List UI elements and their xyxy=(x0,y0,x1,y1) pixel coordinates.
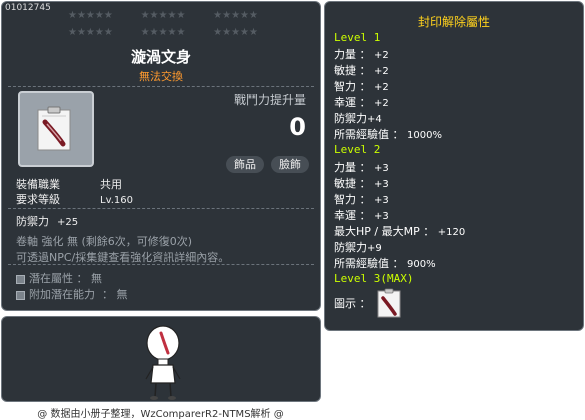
potential-label: 潛在屬性 xyxy=(29,272,73,285)
stat-value: +120 xyxy=(437,227,466,238)
star-group: ★★★★★ xyxy=(213,27,258,38)
stat-name: 所需經驗值 ： xyxy=(334,257,407,270)
seal-stat: 敏捷 ： +2 xyxy=(334,62,389,78)
defense-label: 防禦力 xyxy=(16,215,49,228)
footer-credit: @ 数据由小册子整理，WzComparerR2-NTMS解析 @ xyxy=(37,409,284,420)
character-preview-icon xyxy=(145,325,181,400)
tattoo-card-icon xyxy=(377,288,401,318)
seal-stat: 力量 ： +2 xyxy=(334,46,389,62)
stat-value: +9 xyxy=(367,243,382,254)
category-tag-accessory: 飾品 xyxy=(226,156,264,173)
star-force-row-2: ★★★★★ ★★★★★ ★★★★★ xyxy=(68,27,258,38)
stat-value: 1000% xyxy=(407,130,442,141)
divider xyxy=(8,86,314,87)
potential-value: ： 無 xyxy=(76,272,103,285)
scroll-upgrade-info: 卷軸 強化 無 (剩餘6次，可修復0次) xyxy=(16,235,193,248)
stat-name: 力量 ： xyxy=(334,161,374,174)
category-tag-face: 臉飾 xyxy=(271,156,309,173)
divider xyxy=(8,208,314,209)
stat-value: 900% xyxy=(407,259,436,270)
stat-name: 力量 ： xyxy=(334,48,374,61)
item-tooltip: 01012745 ★★★★★ ★★★★★ ★★★★★ ★★★★★ ★★★★★ ★… xyxy=(1,1,321,311)
stat-name: 幸運 ： xyxy=(334,96,374,109)
star-force-row-1: ★★★★★ ★★★★★ ★★★★★ xyxy=(68,10,258,21)
seal-stat: 最大HP / 最大MP ： +120 xyxy=(334,223,465,239)
trade-status: 無法交換 xyxy=(139,70,183,83)
level-requirement-row: 要求等級 Lv.160 xyxy=(16,191,133,207)
star-group: ★★★★★ xyxy=(140,27,186,38)
star-group: ★★★★★ xyxy=(140,10,186,21)
job-requirement-row: 裝備職業 共用 xyxy=(16,176,122,192)
stat-name: 防禦力 xyxy=(334,112,367,125)
seal-stat: 所需經驗值 ： 1000% xyxy=(334,126,442,142)
potential-checkbox-icon xyxy=(16,290,25,300)
additional-potential-label: 附加潛在能力 xyxy=(29,288,95,301)
character-preview-panel xyxy=(1,316,321,402)
stat-name: 幸運 ： xyxy=(334,209,374,222)
stat-value: +3 xyxy=(374,211,389,222)
level-1-label: Level 1 xyxy=(334,31,381,44)
seal-stat: 幸運 ： +3 xyxy=(334,207,389,223)
stat-name: 敏捷 ： xyxy=(334,177,374,190)
job-label: 裝備職業 xyxy=(16,178,60,191)
stat-name: 所需經驗值 ： xyxy=(334,128,407,141)
combat-power-label: 戰鬥力提升量 xyxy=(233,93,306,107)
stat-name: 智力 ： xyxy=(334,80,374,93)
tattoo-card-icon xyxy=(37,106,71,151)
stat-name: 敏捷 ： xyxy=(334,64,374,77)
seal-stat: 敏捷 ： +3 xyxy=(334,175,389,191)
potential-row: 潛在屬性 ： 無 xyxy=(16,270,102,286)
level-label: 要求等級 xyxy=(16,193,60,206)
stat-name: 防禦力 xyxy=(334,241,367,254)
level-value: Lv.160 xyxy=(100,195,133,206)
seal-stat: 智力 ： +3 xyxy=(334,191,389,207)
additional-potential-row: 附加潛在能力 ： 無 xyxy=(16,286,128,302)
seal-unlock-panel: 封印解除屬性 Level 1 力量 ： +2 敏捷 ： +2 智力 ： +2 幸… xyxy=(324,1,584,331)
item-icon-frame xyxy=(18,91,94,167)
stat-value: +2 xyxy=(374,98,389,109)
star-group: ★★★★★ xyxy=(213,10,258,21)
seal-stat: 防禦力+4 xyxy=(334,110,382,126)
level-3-label: Level 3(MAX) xyxy=(334,272,414,285)
combat-power-value: 0 xyxy=(289,113,306,141)
stat-value: +3 xyxy=(374,163,389,174)
figure-label: 圖示 ： xyxy=(334,297,371,310)
divider xyxy=(8,264,314,265)
defense-value: +25 xyxy=(57,217,79,228)
stat-value: +4 xyxy=(367,114,382,125)
additional-potential-value: ： 無 xyxy=(102,288,128,301)
level-2-label: Level 2 xyxy=(334,143,381,156)
job-value: 共用 xyxy=(100,178,122,191)
potential-checkbox-icon xyxy=(16,274,25,284)
seal-stat: 智力 ： +2 xyxy=(334,78,389,94)
stat-value: +3 xyxy=(374,179,389,190)
stat-value: +2 xyxy=(374,66,389,77)
defense-row: 防禦力 +25 xyxy=(16,213,78,229)
item-name: 漩渦文身 xyxy=(130,48,191,66)
stat-value: +2 xyxy=(374,50,389,61)
npc-hint: 可透過NPC/採集鍵查看強化資訊詳細內容。 xyxy=(16,251,230,264)
item-id: 01012745 xyxy=(5,3,51,13)
star-group: ★★★★★ xyxy=(68,27,113,38)
stat-name: 最大HP / 最大MP ： xyxy=(334,225,438,238)
star-group: ★★★★★ xyxy=(68,10,113,21)
seal-stat: 防禦力+9 xyxy=(334,239,382,255)
stat-value: +3 xyxy=(374,195,389,206)
stat-name: 智力 ： xyxy=(334,193,374,206)
seal-title: 封印解除屬性 xyxy=(417,15,490,29)
seal-stat: 所需經驗值 ： 900% xyxy=(334,255,436,271)
stat-value: +2 xyxy=(374,82,389,93)
seal-stat: 幸運 ： +2 xyxy=(334,94,389,110)
seal-stat: 力量 ： +3 xyxy=(334,159,389,175)
